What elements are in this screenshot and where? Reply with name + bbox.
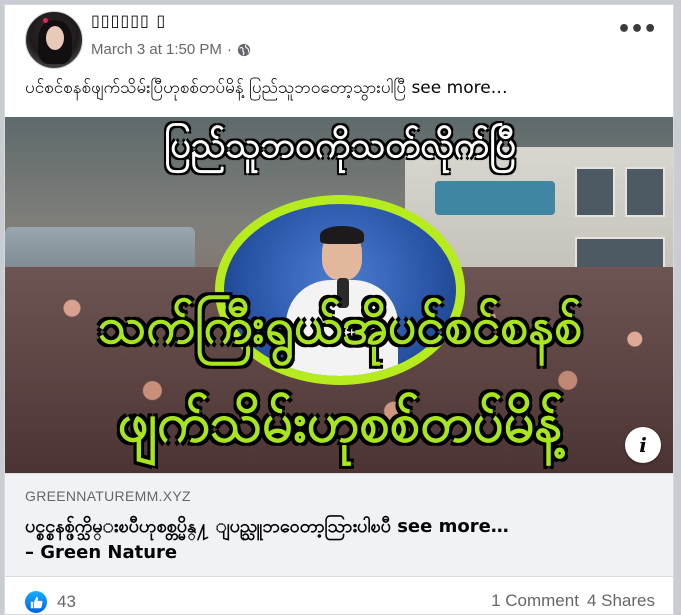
meta-separator: ·	[226, 41, 232, 58]
info-icon[interactable]: i	[625, 427, 661, 463]
shares-count[interactable]: 4 Shares	[587, 591, 655, 611]
image-headline-top: ပြည်သူဘဝကိုသတ်လိုက်ပြီ	[164, 125, 516, 166]
image-headline-bottom: ဖျက်သိမ်းဟုစစ်တပ်မိန့်	[117, 391, 563, 454]
avatar-face	[46, 26, 64, 50]
post-text: ပင်စင်စနစ်ဖျက်သိမ်းပြီဟုစစ်တပ်မိန့် ပြည်…	[25, 78, 508, 98]
link-title: ပင္စင္စနစ္ဖ်က္သိမ္းၿပီဟုစစ္တပ္မိန္႔ ျပည္…	[25, 514, 665, 566]
more-options-icon[interactable]: •••	[617, 19, 657, 43]
speaker-hair	[320, 226, 364, 244]
globe-icon[interactable]	[237, 43, 251, 57]
reactions-summary[interactable]: 43	[25, 591, 76, 613]
comments-count[interactable]: 1 Comment	[491, 591, 579, 611]
post-meta: March 3 at 1:50 PM ·	[91, 41, 251, 58]
image-headline-middle: သက်ကြီးရွယ်အိုပင်စင်စနစ်	[97, 297, 583, 355]
author-name[interactable]: ▯▯▯▯▯▯ ▯	[91, 11, 166, 30]
reaction-count: 43	[57, 592, 76, 611]
link-preview[interactable]: GREENNATUREMM.XYZ ပင္စင္စနစ္ဖ်က္သိမ္းၿပီ…	[5, 473, 673, 577]
author-avatar[interactable]	[25, 11, 83, 69]
post-card: ▯▯▯▯▯▯ ▯ March 3 at 1:50 PM · ••• ပင်စင်…	[4, 4, 674, 615]
link-title-line1: ပင္စင္စနစ္ဖ်က္သိမ္းၿပီဟုစစ္တပ္မိန္႔ ျပည္…	[25, 516, 509, 537]
like-icon	[25, 591, 47, 613]
avatar-flower	[43, 18, 48, 23]
building-sign	[435, 181, 555, 215]
post-stats: 1 Comment 4 Shares	[491, 591, 655, 611]
post-image[interactable]: ပြည်သူဘဝကိုသတ်လိုက်ပြီ သက်ကြီးရွယ်အိုပင်…	[5, 117, 673, 473]
post-timestamp[interactable]: March 3 at 1:50 PM	[91, 41, 222, 58]
link-title-line2: – Green Nature	[25, 542, 178, 563]
link-domain: GREENNATUREMM.XYZ	[25, 488, 191, 504]
